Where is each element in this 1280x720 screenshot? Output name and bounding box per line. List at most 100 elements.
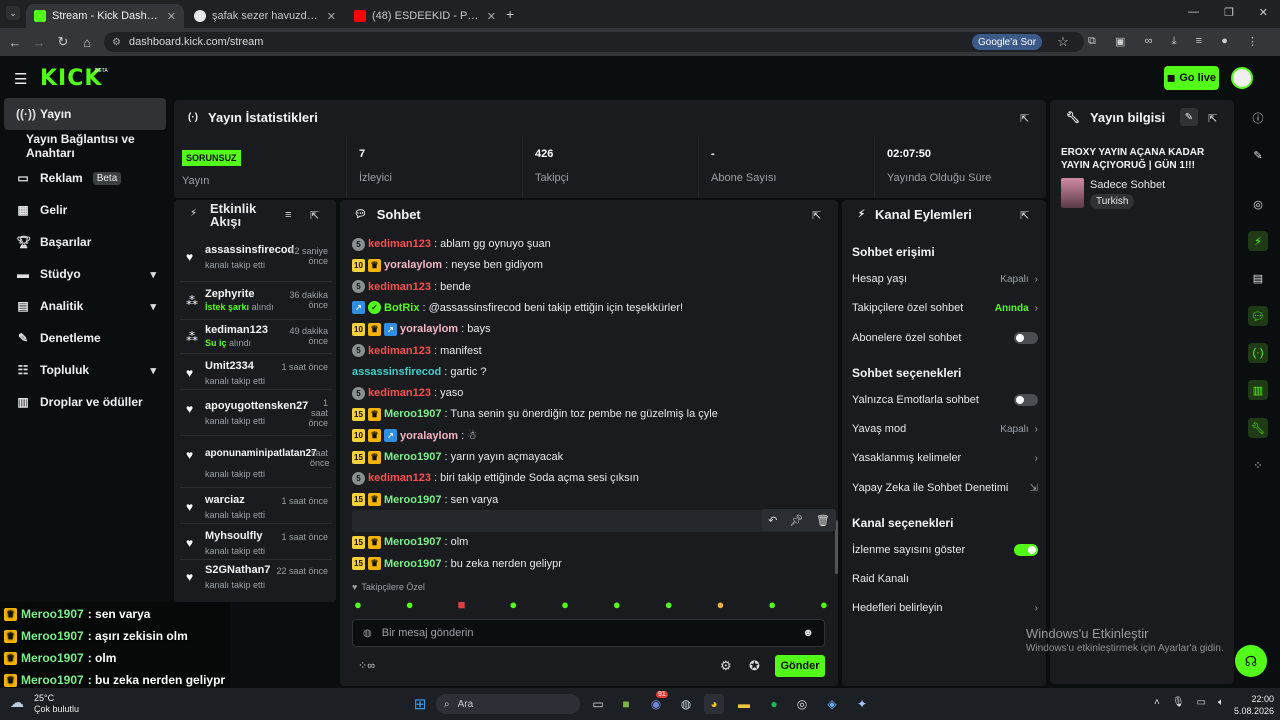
microphone-icon[interactable]: 🎙︎ xyxy=(1172,697,1185,708)
download-icon[interactable]: ⤓ xyxy=(1172,35,1177,48)
app-icon[interactable]: ✦ xyxy=(852,694,872,714)
tab-search-icon[interactable]: ⌄ xyxy=(6,6,20,20)
trash-icon[interactable]: 🗑︎ xyxy=(816,514,830,527)
maximize-icon[interactable]: ❐ xyxy=(1224,6,1234,19)
menu-icon[interactable]: ⋮ xyxy=(1247,35,1258,48)
emote-icon[interactable]: ● xyxy=(509,597,517,612)
chat-username[interactable]: kediman123 xyxy=(368,281,431,293)
layout-icon[interactable]: ▥ xyxy=(1248,380,1268,400)
popout-icon[interactable]: ⇱ xyxy=(1020,209,1029,222)
banned-words-row[interactable]: Yasaklanmış kelimeler › xyxy=(852,447,1038,469)
minimize-icon[interactable]: — xyxy=(1188,6,1199,19)
followers-chat-row[interactable]: Takipçilere özel sohbet Anında › xyxy=(852,297,1038,319)
url-bar[interactable]: ⚙ dashboard.kick.com/stream xyxy=(104,32,1084,52)
chat-username[interactable]: BotRix xyxy=(384,302,419,314)
emote-icon[interactable]: ● xyxy=(354,597,362,612)
google-sor-button[interactable]: Google'a Sor xyxy=(972,34,1043,50)
pin-icon[interactable]: 📌︎ xyxy=(790,514,804,527)
browser-tab-google[interactable]: şafak sezer havuzda faruk - Goo ✕ xyxy=(186,4,344,28)
task-view-icon[interactable]: ▭ xyxy=(588,694,608,714)
spotify-icon[interactable]: ● xyxy=(764,694,784,714)
chat-username[interactable]: kediman123 xyxy=(368,472,431,484)
document-icon[interactable]: ▤ xyxy=(1248,268,1268,288)
emotes-only-toggle[interactable] xyxy=(1014,394,1038,406)
bookmark-star-icon[interactable]: ☆ xyxy=(1054,33,1072,51)
close-tab-icon[interactable]: ✕ xyxy=(487,10,496,23)
sidebar-item-topluluk[interactable]: ☷ Topluluk ▾ xyxy=(4,354,166,386)
minecraft-icon[interactable]: ■ xyxy=(616,694,636,714)
filter-icon[interactable]: ≡ xyxy=(285,209,291,221)
kick-logo[interactable]: KICK xyxy=(40,66,102,91)
lightning-icon[interactable]: ⚡︎ xyxy=(1248,231,1268,251)
chat-username[interactable]: Meroo1907 xyxy=(384,558,441,570)
send-button[interactable]: Gönder xyxy=(775,655,825,677)
emote-icon[interactable]: ● xyxy=(561,597,569,612)
chat-username[interactable]: assassinsfirecod xyxy=(352,366,441,378)
popout-icon[interactable]: ⇱ xyxy=(310,209,319,222)
taskbar-clock[interactable]: 22:00 5.08.2026 xyxy=(1230,693,1274,717)
support-headset-icon[interactable]: ☊ xyxy=(1235,645,1267,677)
camera-icon[interactable]: ◎ xyxy=(1248,194,1268,214)
tray-overflow-icon[interactable]: ˄ xyxy=(1154,697,1160,708)
profile-icon[interactable]: ● xyxy=(1221,35,1228,48)
back-arrow-icon[interactable]: ← xyxy=(6,33,24,51)
network-icon[interactable]: ▭ xyxy=(1197,697,1206,708)
emote-icon[interactable]: ● xyxy=(768,597,776,612)
slow-mode-row[interactable]: Yavaş mod Kapalı › xyxy=(852,418,1038,440)
sidebar-item-studyo[interactable]: ▬ Stüdyo ▾ xyxy=(4,258,166,290)
sidebar-item-reklam[interactable]: ▭ Reklam Beta xyxy=(4,162,166,194)
popout-icon[interactable]: ⇱ xyxy=(1208,112,1217,125)
chat-username[interactable]: Meroo1907 xyxy=(384,494,441,506)
broadcast-icon[interactable]: (·) xyxy=(1248,343,1268,363)
sidebar-item-droplar[interactable]: ▥ Droplar ve ödüller xyxy=(4,386,166,418)
taskbar-search[interactable]: ⌕ Ara xyxy=(436,694,580,714)
popout-icon[interactable]: ⇱ xyxy=(1020,112,1029,125)
bot-icon[interactable]: ✪ xyxy=(749,658,760,674)
chat-username[interactable]: yoralaylom xyxy=(384,259,442,271)
go-live-button[interactable]: ◼ Go live xyxy=(1164,66,1219,90)
raid-row[interactable]: Raid Kanalı xyxy=(852,568,1038,590)
chat-username[interactable]: yoralaylom xyxy=(400,430,458,442)
screenshot-icon[interactable]: ▣ xyxy=(1115,35,1125,48)
github-icon[interactable]: ◎ xyxy=(792,694,812,714)
emote-icon[interactable]: ● xyxy=(613,597,621,612)
sidebar-item-basarilar[interactable]: 🏆︎ Başarılar xyxy=(4,226,166,258)
show-viewers-toggle[interactable] xyxy=(1014,544,1038,556)
volume-icon[interactable]: 🔈︎ xyxy=(1218,697,1224,708)
media-icon[interactable]: ≡ xyxy=(1196,35,1202,48)
new-tab-button[interactable]: + xyxy=(506,6,514,22)
close-window-icon[interactable]: ✕ xyxy=(1259,6,1268,19)
popout-icon[interactable]: ⇱ xyxy=(812,209,821,222)
reload-icon[interactable]: ↻ xyxy=(54,33,72,51)
windows-start-icon[interactable]: ⊞ xyxy=(410,694,430,714)
wrench-icon[interactable]: 🔧︎ xyxy=(1248,418,1268,438)
chrome-icon[interactable]: ◕ xyxy=(704,694,724,714)
gear-icon[interactable]: ⚙ xyxy=(720,658,732,674)
ai-moderation-row[interactable]: Yapay Zeka ile Sohbet Denetimi ⇲ xyxy=(852,477,1038,499)
account-age-row[interactable]: Hesap yaşı Kapalı › xyxy=(852,268,1038,290)
home-icon[interactable]: ⌂ xyxy=(78,33,96,51)
info-icon[interactable]: ⓘ xyxy=(1248,108,1268,128)
edit-pencil-icon[interactable]: ✎ xyxy=(1248,145,1268,165)
sidebar-item-stream-key[interactable]: Yayın Bağlantısı ve Anahtarı xyxy=(14,130,176,162)
chat-username[interactable]: Meroo1907 xyxy=(384,536,441,548)
browser-tab-youtube[interactable]: (48) ESDEEKID - PHANTOM (SLO ✕ xyxy=(346,4,504,28)
chat-username[interactable]: kediman123 xyxy=(368,387,431,399)
edit-pencil-icon[interactable]: ✎ xyxy=(1180,108,1198,126)
goals-row[interactable]: Hedefleri belirleyin › xyxy=(852,597,1038,619)
browser-tab-kick[interactable]: Stream - Kick Dashboard ✕ xyxy=(26,4,184,28)
weather-widget[interactable]: 25°C Çok bulutlu xyxy=(34,693,79,715)
steam-icon[interactable]: ◍ xyxy=(676,694,696,714)
emote-icon[interactable]: ● xyxy=(716,597,724,612)
sidebar-item-yayin[interactable]: ((·)) Yayın xyxy=(4,98,166,130)
chat-username[interactable]: yoralaylom xyxy=(400,323,458,335)
emote-icon[interactable]: ■ xyxy=(458,597,466,612)
close-tab-icon[interactable]: ✕ xyxy=(167,10,176,23)
chat-username[interactable]: Meroo1907 xyxy=(384,408,441,420)
community-icon[interactable]: ⁘ xyxy=(1248,455,1268,475)
sidebar-item-gelir[interactable]: ▦ Gelir xyxy=(4,194,166,226)
chat-input[interactable]: ◍ Bir mesaj gönderin ☻ xyxy=(352,619,825,647)
user-avatar[interactable] xyxy=(1231,67,1253,89)
emote-icon[interactable]: ● xyxy=(820,597,828,612)
file-explorer-icon[interactable]: ▬ xyxy=(734,694,754,714)
